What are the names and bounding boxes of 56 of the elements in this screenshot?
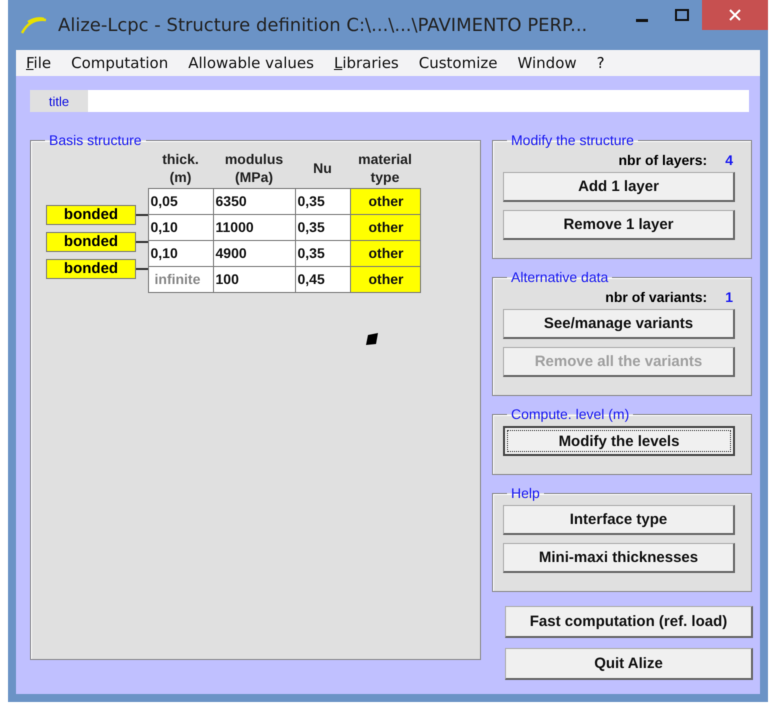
table-cell[interactable]: 100 <box>212 266 296 292</box>
table-cell[interactable]: 0,35 <box>294 240 350 266</box>
column-header: modulus (MPa) <box>224 150 284 187</box>
menu-item[interactable]: Computation <box>71 54 168 72</box>
column-header: material type <box>357 150 413 187</box>
button[interactable]: Add 1 layer <box>503 172 735 202</box>
count-label: nbr of variants: <box>605 289 708 305</box>
table-cell[interactable]: 0,05 <box>148 188 214 214</box>
menu-item[interactable]: ? <box>596 54 605 72</box>
button[interactable]: See/manage variants <box>503 309 735 339</box>
minimize-icon <box>636 18 648 22</box>
logo-icon <box>20 16 48 34</box>
button[interactable]: Fast computation (ref. load) <box>505 606 753 638</box>
panel-legend: Alternative data <box>507 269 612 285</box>
close-icon <box>729 9 741 21</box>
window-title: Alize-Lcpc - Structure definition C:\...\...\PAVIMENTO PERP... <box>58 14 588 36</box>
cursor-icon <box>365 332 379 346</box>
table-cell[interactable]: 0,35 <box>294 214 350 240</box>
material-cell[interactable]: other <box>350 214 420 240</box>
table-cell[interactable]: 0,35 <box>294 188 350 214</box>
panel-legend: Modify the structure <box>507 132 638 148</box>
interface-tag[interactable]: bonded <box>46 258 136 278</box>
close-button[interactable] <box>702 0 768 30</box>
title-field[interactable] <box>88 90 749 112</box>
panel-legend: Basis structure <box>45 132 146 148</box>
interface-tag[interactable]: bonded <box>46 204 136 224</box>
material-cell[interactable]: other <box>350 188 420 214</box>
button[interactable]: Quit Alize <box>505 648 753 680</box>
menu-item[interactable]: Allowable values <box>188 54 314 72</box>
maximize-icon <box>675 9 689 21</box>
button[interactable]: Remove 1 layer <box>503 210 735 240</box>
menu-item[interactable]: Libraries <box>334 54 399 72</box>
button[interactable]: Mini-maxi thicknesses <box>503 543 735 573</box>
table-cell[interactable]: 4900 <box>212 240 296 266</box>
menu-item[interactable]: Customize <box>418 54 498 72</box>
table-cell[interactable]: 0,45 <box>294 266 350 292</box>
menu-item[interactable]: File <box>26 54 52 72</box>
panel-legend: Compute. level (m) <box>507 406 634 422</box>
count-value: 4 <box>725 152 733 168</box>
count-value: 1 <box>725 289 733 305</box>
table-cell[interactable]: 6350 <box>212 188 296 214</box>
table-cell[interactable]: infinite <box>148 266 214 292</box>
table-cell[interactable]: 11000 <box>212 214 296 240</box>
column-header: thick. (m) <box>161 150 200 187</box>
material-cell[interactable]: other <box>350 240 420 266</box>
count-label: nbr of layers: <box>618 152 708 168</box>
material-cell[interactable]: other <box>350 266 420 292</box>
title-label: title <box>30 90 88 112</box>
button[interactable]: Modify the levels <box>503 426 735 456</box>
button[interactable]: Interface type <box>503 505 735 535</box>
interface-tag[interactable]: bonded <box>46 232 136 252</box>
menu-item[interactable]: Window <box>518 54 577 72</box>
table-cell[interactable]: 0,10 <box>148 214 214 240</box>
panel-legend: Help <box>507 485 544 501</box>
column-header: Nu <box>312 159 333 178</box>
table-cell[interactable]: 0,10 <box>148 240 214 266</box>
